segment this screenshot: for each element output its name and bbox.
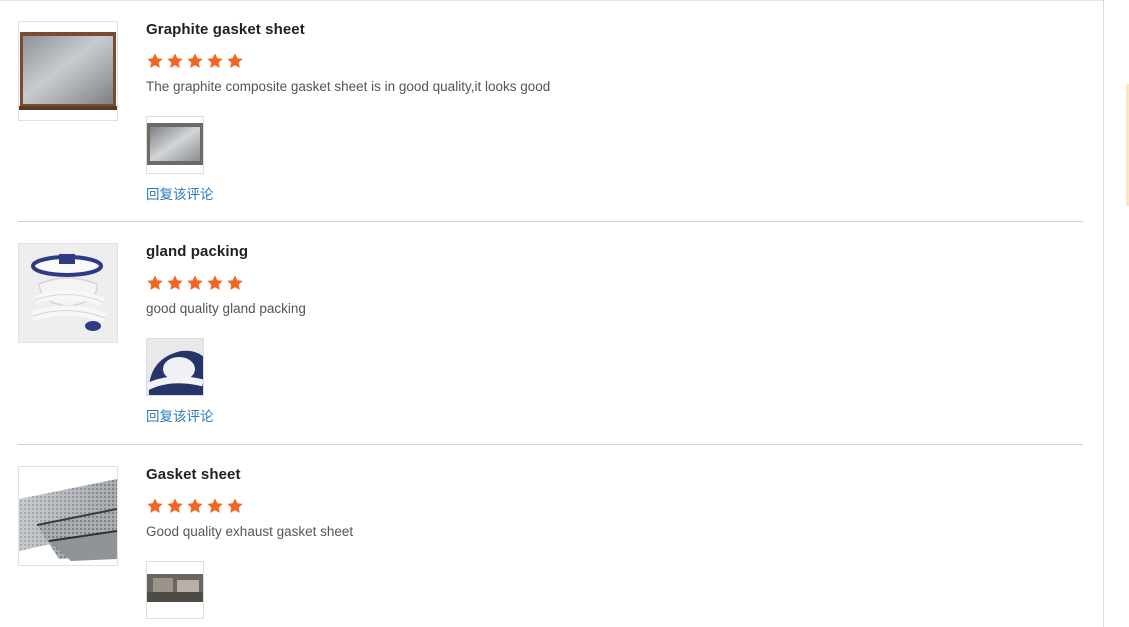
review-photo[interactable] [146,116,204,174]
star-icon [147,53,163,68]
star-icon [207,498,223,513]
top-divider [0,0,1103,1]
star-icon [167,275,183,290]
rating-stars [146,497,244,515]
star-icon [227,53,243,68]
star-icon [187,275,203,290]
product-image[interactable] [18,21,118,121]
rating-stars [146,52,244,70]
reply-to-review-link[interactable]: 回复该评论 [146,183,214,203]
review-item: gland packing good quality gland packing… [18,243,1083,445]
review-title: Graphite gasket sheet [146,21,305,38]
review-comment: Good quality exhaust gasket sheet [146,524,354,539]
star-icon [227,498,243,513]
review-photo[interactable] [146,338,204,396]
reply-to-review-link[interactable]: 回复该评论 [146,405,214,425]
star-icon [207,53,223,68]
review-item: Graphite gasket sheet The graphite compo… [18,21,1083,222]
review-title: Gasket sheet [146,466,241,483]
star-icon [207,275,223,290]
star-icon [227,275,243,290]
star-icon [167,53,183,68]
review-comment: good quality gland packing [146,301,306,316]
product-image[interactable] [18,466,118,566]
star-icon [147,498,163,513]
product-image[interactable] [18,243,118,343]
review-comment: The graphite composite gasket sheet is i… [146,79,551,94]
star-icon [187,53,203,68]
star-icon [167,498,183,513]
review-item: Gasket sheet Good quality exhaust gasket… [18,466,1083,627]
review-photo[interactable] [146,561,204,619]
rating-stars [146,274,244,292]
star-icon [147,275,163,290]
review-title: gland packing [146,243,249,260]
star-icon [187,498,203,513]
